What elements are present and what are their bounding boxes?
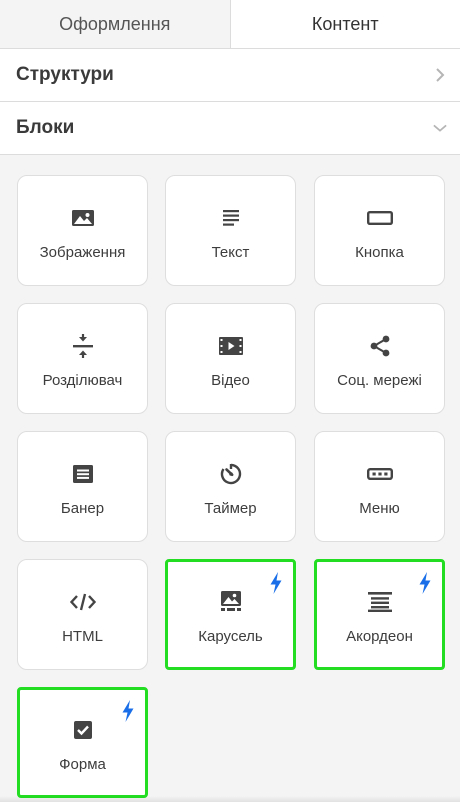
divider-icon xyxy=(69,332,97,360)
image-icon xyxy=(69,204,97,232)
block-label: Карусель xyxy=(198,628,263,645)
banner-icon xyxy=(69,460,97,488)
lightning-bolt-icon xyxy=(121,700,135,722)
block-card[interactable]: Текст xyxy=(165,175,296,286)
form-checkbox-icon xyxy=(69,716,97,744)
video-icon xyxy=(217,332,245,360)
block-card[interactable]: Соц. мережі xyxy=(314,303,445,414)
block-label: Відео xyxy=(211,372,250,389)
tab-content[interactable]: Контент xyxy=(230,0,460,48)
lightning-bolt-icon xyxy=(269,572,283,594)
block-card[interactable]: Форма xyxy=(17,687,148,798)
block-label: Зображення xyxy=(39,244,126,261)
section-blocks-title: Блоки xyxy=(16,117,75,138)
block-card[interactable]: Меню xyxy=(314,431,445,542)
share-icon xyxy=(366,332,394,360)
button-icon xyxy=(366,204,394,232)
block-card[interactable]: Банер xyxy=(17,431,148,542)
block-card[interactable]: HTML xyxy=(17,559,148,670)
block-label: Кнопка xyxy=(355,244,404,261)
block-label: Меню xyxy=(359,500,400,517)
section-structures[interactable]: Структури xyxy=(0,49,460,102)
block-label: HTML xyxy=(62,628,103,645)
block-label: Форма xyxy=(59,756,106,773)
tab-design[interactable]: Оформлення xyxy=(0,0,231,48)
text-icon xyxy=(217,204,245,232)
block-card[interactable]: Зображення xyxy=(17,175,148,286)
block-label: Акордеон xyxy=(346,628,413,645)
block-label: Таймер xyxy=(204,500,257,517)
block-label: Розділювач xyxy=(42,372,123,389)
chevron-down-icon xyxy=(433,121,447,135)
block-card[interactable]: Розділювач xyxy=(17,303,148,414)
block-card[interactable]: Кнопка xyxy=(314,175,445,286)
tab-bar: Оформлення Контент xyxy=(0,0,460,49)
section-structures-title: Структури xyxy=(16,64,114,85)
block-card[interactable]: Таймер xyxy=(165,431,296,542)
block-label: Банер xyxy=(60,500,105,517)
code-icon xyxy=(69,588,97,616)
section-blocks[interactable]: Блоки xyxy=(0,102,460,155)
block-label: Текст xyxy=(211,244,250,261)
block-label: Соц. мережі xyxy=(337,372,422,389)
timer-icon xyxy=(217,460,245,488)
accordion-icon xyxy=(366,588,394,616)
lightning-bolt-icon xyxy=(418,572,432,594)
block-card[interactable]: Акордеон xyxy=(314,559,445,670)
menu-icon xyxy=(366,460,394,488)
block-card[interactable]: Відео xyxy=(165,303,296,414)
panel-bottom-shadow xyxy=(0,796,460,802)
block-card[interactable]: Карусель xyxy=(165,559,296,670)
chevron-right-icon xyxy=(433,68,447,82)
carousel-icon xyxy=(217,588,245,616)
